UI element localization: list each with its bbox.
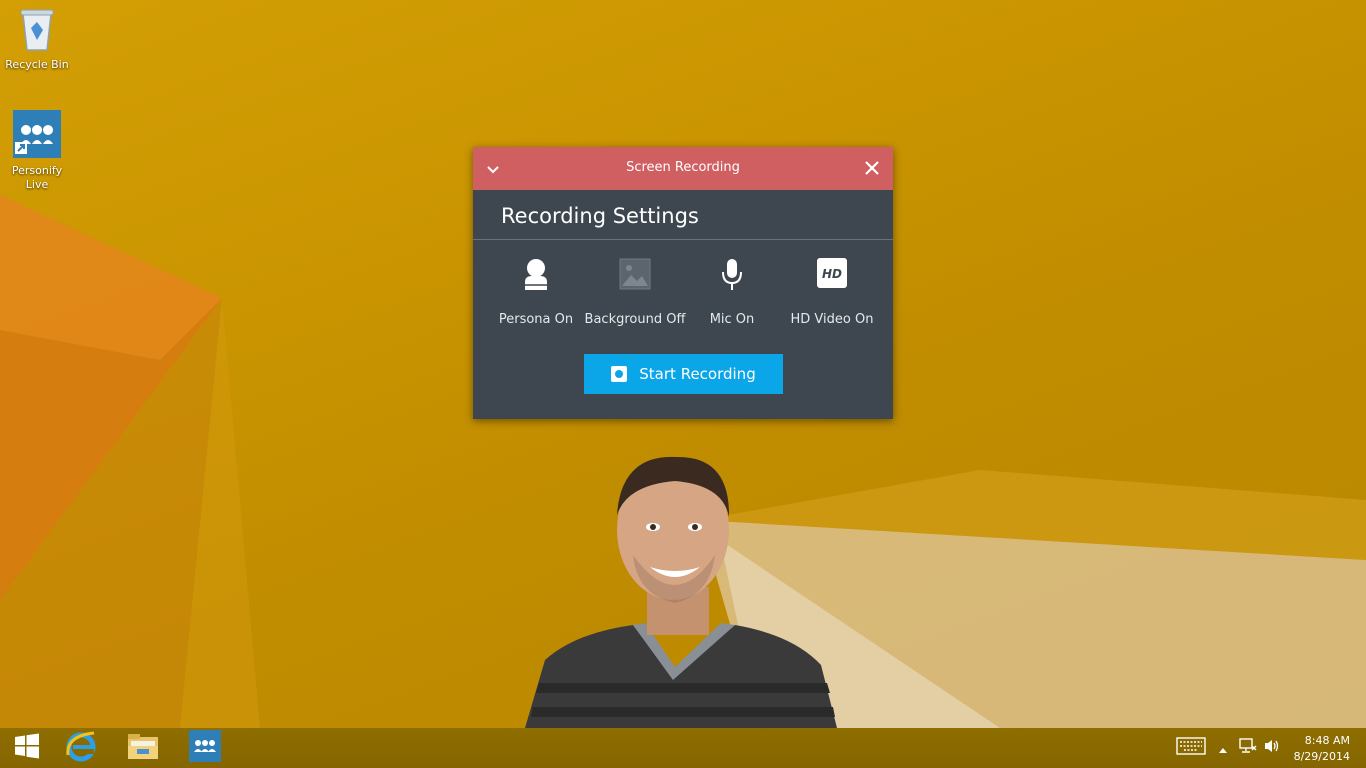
personify-live-icon	[189, 730, 221, 766]
persona-label: Persona On	[498, 312, 574, 327]
taskbar-internet-explorer[interactable]	[54, 728, 108, 768]
taskbar: 8:48 AM 8/29/2014	[0, 728, 1366, 768]
background-toggle[interactable]: Background Off	[580, 258, 690, 327]
start-recording-button[interactable]: Start Recording	[584, 354, 783, 394]
internet-explorer-icon	[64, 730, 98, 766]
start-recording-label: Start Recording	[639, 365, 756, 383]
microphone-icon	[677, 258, 787, 298]
recycle-bin-icon	[0, 6, 74, 56]
desktop-icon-label: Personify Live	[11, 164, 63, 191]
background-label: Background Off	[584, 312, 686, 327]
hd-video-label: HD Video On	[790, 312, 874, 327]
persona-video	[525, 456, 837, 728]
personify-live-icon	[0, 110, 74, 162]
volume-icon	[1263, 738, 1281, 758]
record-icon	[611, 366, 628, 382]
taskbar-file-explorer[interactable]	[116, 728, 170, 768]
touch-keyboard-icon	[1176, 737, 1206, 759]
persona-toggle[interactable]: Persona On	[481, 258, 591, 327]
taskbar-clock[interactable]: 8:48 AM 8/29/2014	[1294, 733, 1350, 765]
show-hidden-icons-icon	[1218, 739, 1228, 758]
mic-label: Mic On	[709, 312, 755, 327]
clock-time: 8:48 AM	[1304, 734, 1350, 747]
start-icon	[14, 733, 40, 763]
network-button[interactable]	[1238, 728, 1258, 768]
persona-icon	[481, 258, 591, 298]
desktop-icon-label: Recycle Bin	[5, 58, 69, 71]
dialog-titlebar: Screen Recording	[473, 147, 893, 190]
hd-video-icon: HD	[777, 258, 887, 298]
settings-options: Persona On Background Off Mic On HD HD V…	[473, 240, 893, 350]
file-explorer-icon	[127, 732, 159, 764]
hd-badge-text: HD	[822, 267, 842, 281]
desktop-icon-recycle-bin[interactable]: Recycle Bin	[0, 6, 74, 72]
clock-date: 8/29/2014	[1293, 750, 1350, 763]
desktop: Recycle Bin Personify Live Screen Record…	[0, 0, 1366, 728]
start-button[interactable]	[0, 728, 54, 768]
background-image-icon	[580, 258, 690, 298]
desktop-icon-personify-live[interactable]: Personify Live	[0, 110, 74, 192]
close-icon[interactable]	[863, 159, 881, 177]
screen-recording-dialog: Screen Recording Recording Settings Pers…	[473, 147, 893, 419]
network-icon	[1239, 738, 1257, 758]
taskbar-personify-live[interactable]	[178, 728, 232, 768]
dialog-title: Screen Recording	[626, 160, 740, 175]
touch-keyboard-button[interactable]	[1174, 728, 1208, 768]
hd-video-toggle[interactable]: HD HD Video On	[777, 258, 887, 327]
recording-settings-heading: Recording Settings	[501, 204, 699, 228]
show-hidden-icons-button[interactable]	[1214, 728, 1232, 768]
volume-button[interactable]	[1262, 728, 1282, 768]
mic-toggle[interactable]: Mic On	[677, 258, 787, 327]
